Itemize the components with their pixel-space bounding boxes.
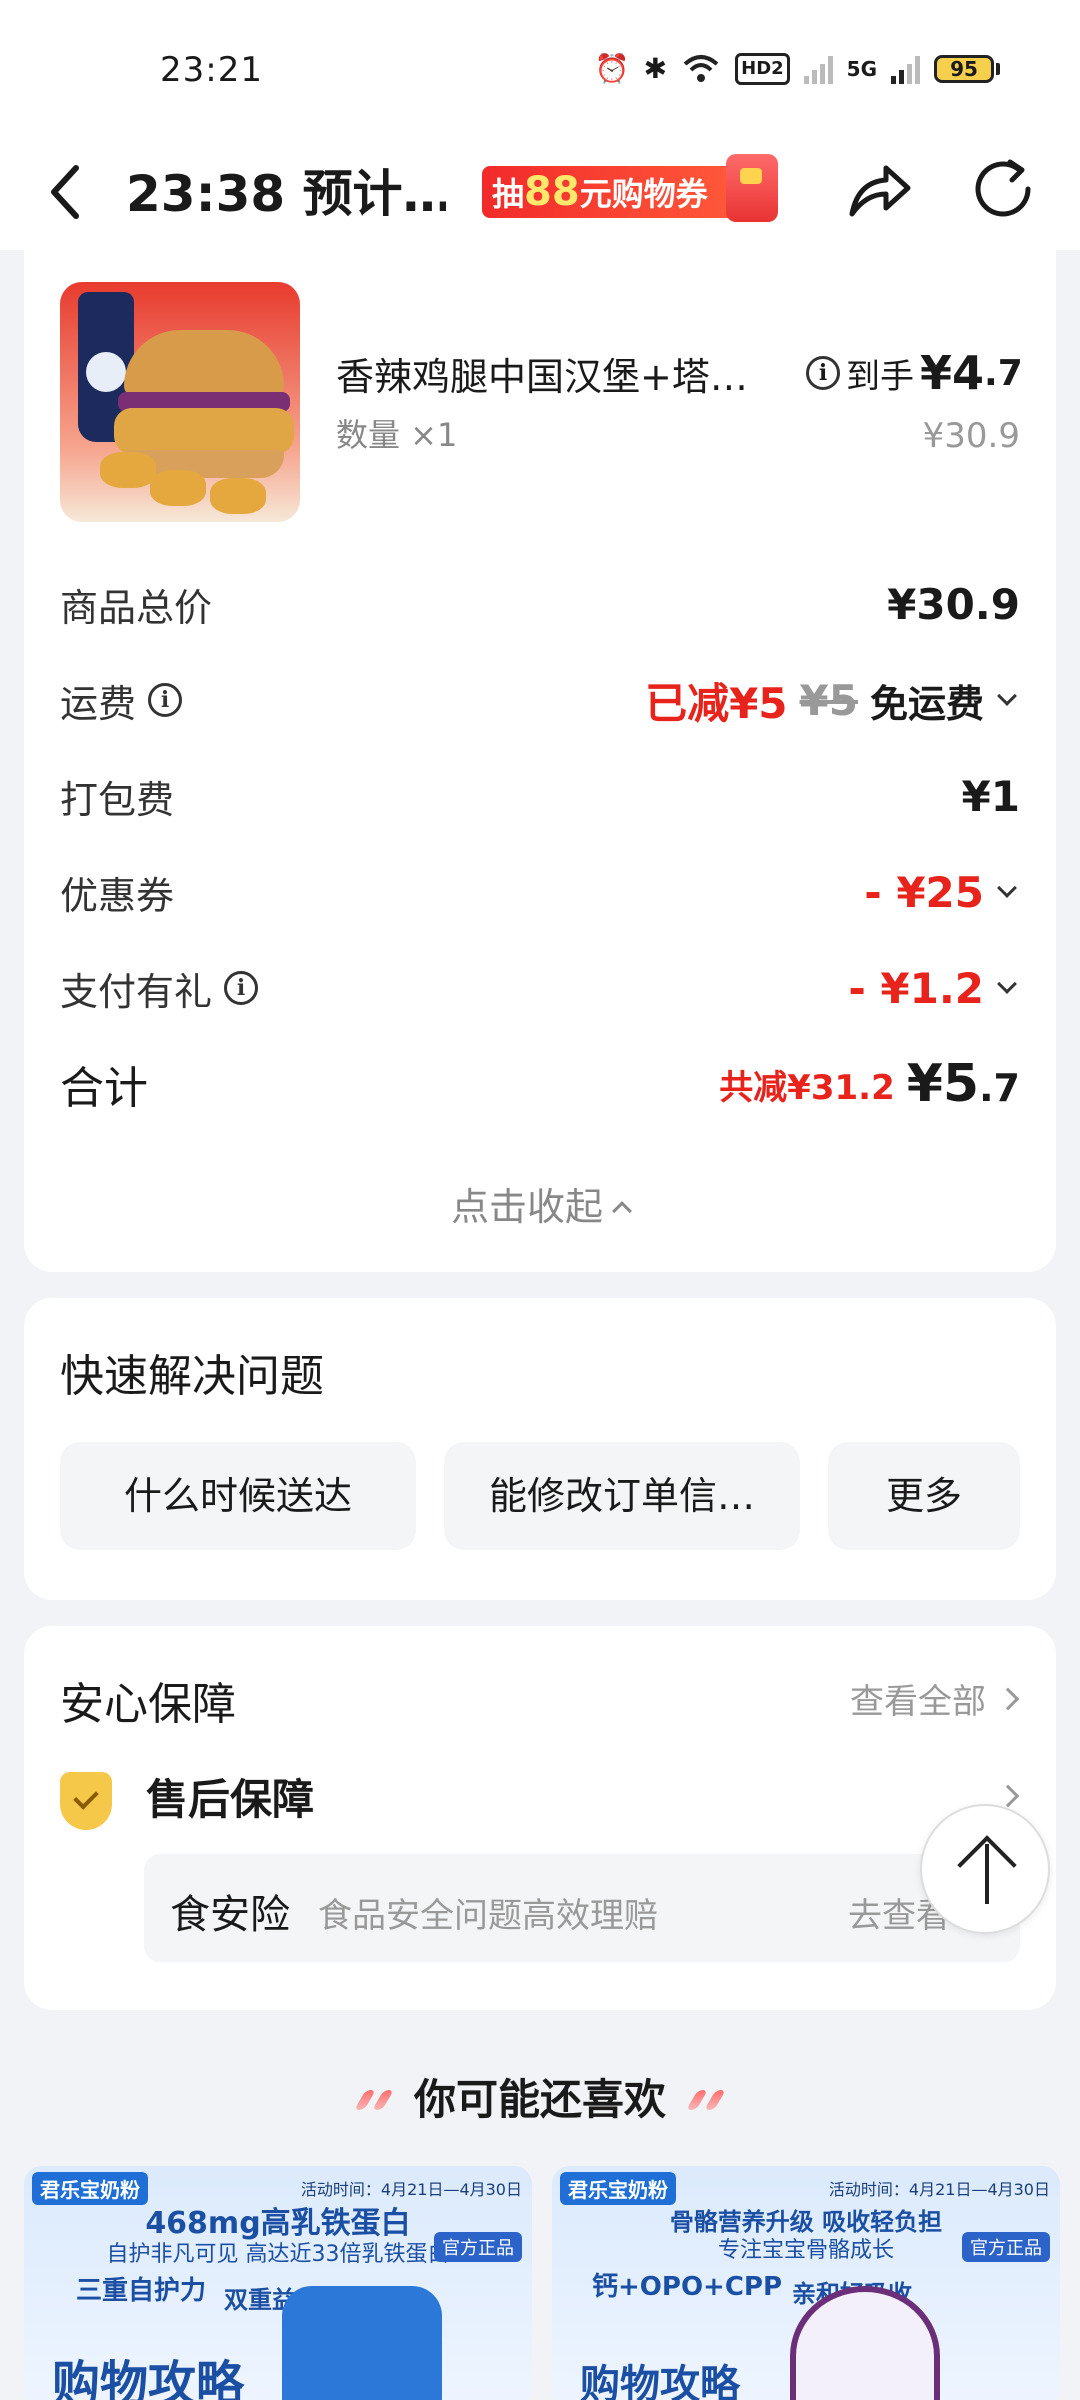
coupon-label: 优惠券 [60, 873, 175, 918]
ad-tag: 官方正品 [962, 2232, 1050, 2262]
final-price: i 到手 ¥4.7 [806, 346, 1023, 400]
chevron-right-icon[interactable] [996, 1784, 1020, 1808]
final-price-int: ¥4 [920, 346, 985, 400]
battery-level: 95 [934, 54, 994, 83]
wifi-icon [683, 54, 719, 82]
recommend-ad-card[interactable]: 君乐宝奶粉 活动时间：4月21日—4月30日 468mg高乳铁蛋白 自护非凡可见… [24, 2166, 532, 2400]
quick-help-button[interactable]: 什么时候送达 [60, 1442, 416, 1550]
info-icon[interactable]: i [806, 356, 840, 390]
signal-icon [803, 54, 833, 84]
ad-tag: 官方正品 [434, 2232, 522, 2262]
quick-help-card: 快速解决问题 什么时候送达 能修改订单信… 更多 [24, 1298, 1056, 1600]
total-dec: .7 [979, 1066, 1020, 1110]
view-all-label: 查看全部 [850, 1682, 986, 1722]
item-quantity: 数量 ×1 [336, 416, 458, 454]
battery-icon: 95 [934, 54, 1000, 83]
shield-check-icon [60, 1772, 112, 1830]
goods-total-value: ¥30.9 [887, 579, 1020, 629]
shipping-free: 免运费 [869, 681, 984, 726]
pay-gift-row[interactable]: 支付有礼 i - ¥1.2 [60, 958, 1020, 1018]
chevron-right-icon [996, 1687, 1020, 1710]
goods-total-label: 商品总价 [60, 585, 213, 630]
chevron-down-icon [997, 974, 1017, 994]
alarm-icon: ⏰ [594, 52, 630, 85]
ad-feature: 三重自护力 [76, 2276, 207, 2306]
chevron-up-icon [612, 1201, 632, 1221]
status-icons: ⏰ ✱ HD2 5G 95 [595, 52, 1000, 85]
item-name[interactable]: 香辣鸡腿中国汉堡+塔… [336, 346, 786, 401]
recommend-ad-card[interactable]: 君乐宝奶粉 活动时间：4月21日—4月30日 骨骼营养升级 吸收轻负担 专注宝宝… [552, 2166, 1060, 2400]
collapse-toggle[interactable]: 点击收起 [24, 1176, 1056, 1231]
quick-help-more-button[interactable]: 更多 [828, 1442, 1020, 1550]
final-price-label: 到手 [846, 356, 914, 397]
hd-icon: HD2 [735, 52, 790, 85]
shipping-row[interactable]: 运费 i 已减¥5 ¥5 免运费 [60, 670, 1020, 730]
quick-help-title: 快速解决问题 [60, 1351, 324, 1402]
recommend-header: 你可能还喜欢 [0, 2066, 1080, 2127]
coupon-value: - ¥25 [864, 867, 984, 917]
ad-big-text: 购物攻略 [580, 2362, 740, 2400]
refresh-icon[interactable] [968, 154, 1038, 224]
shipping-label: 运费 [60, 681, 137, 726]
decor-slash-icon [684, 2086, 728, 2110]
page-title: 23:38 预计… [126, 165, 446, 223]
food-safety-insurance[interactable]: 食安险 食品安全问题高效理赔 去查看 [144, 1854, 1020, 1962]
network-type: 5G [846, 56, 877, 81]
pay-gift-info-icon[interactable]: i [224, 971, 259, 1005]
ad-date: 活动时间：4月21日—4月30日 [828, 2180, 1050, 2199]
guarantee-card: 安心保障 查看全部 售后保障 食安险 食品安全问题高效理赔 去查看 [24, 1626, 1056, 2010]
food-image[interactable] [60, 282, 300, 522]
bluetooth-icon: ✱ [643, 52, 668, 85]
shipping-info-icon[interactable]: i [148, 683, 183, 717]
total-row: 合计 共减¥31.2 ¥5.7 [60, 1054, 1020, 1114]
order-detail-card: 香辣鸡腿中国汉堡+塔… 数量 ×1 i 到手 ¥4.7 ¥30.9 商品总价 ¥… [24, 230, 1056, 1272]
final-price-dec: .7 [984, 352, 1023, 394]
ad-brand: 君乐宝奶粉 [560, 2172, 676, 2205]
product-can-image [282, 2286, 442, 2400]
total-int: ¥5 [906, 1054, 980, 1114]
promo-text: 抽88元购物券 [482, 166, 742, 218]
goods-total-row: 商品总价 ¥30.9 [60, 574, 1020, 634]
status-bar: 23:21 ⏰ ✱ HD2 5G 95 [0, 0, 1080, 140]
ad-date: 活动时间：4月21日—4月30日 [300, 2180, 522, 2199]
status-time: 23:21 [160, 50, 263, 90]
original-price: ¥30.9 [922, 416, 1020, 456]
recommend-title: 你可能还喜欢 [413, 2075, 666, 2124]
shipping-original: ¥5 [799, 675, 858, 725]
decor-slash-icon [352, 2086, 396, 2110]
coupon-lottery-banner[interactable]: 抽88元购物券 [482, 154, 778, 222]
packing-value: ¥1 [961, 771, 1020, 821]
collapse-label: 点击收起 [450, 1185, 603, 1229]
gift-icon [726, 154, 778, 222]
quick-help-button[interactable]: 能修改订单信… [444, 1442, 800, 1550]
guarantee-title: 安心保障 [60, 1679, 236, 1730]
chevron-down-icon [997, 686, 1017, 706]
insurance-name: 食安险 [170, 1892, 290, 1938]
packing-label: 打包费 [60, 777, 175, 822]
insurance-desc: 食品安全问题高效理赔 [318, 1896, 658, 1936]
total-label: 合计 [60, 1063, 148, 1114]
share-icon[interactable] [844, 156, 914, 226]
pay-gift-label: 支付有礼 [60, 969, 213, 1014]
pay-gift-value: - ¥1.2 [848, 963, 984, 1013]
ad-big-text: 购物攻略 [52, 2356, 245, 2400]
coupon-row[interactable]: 优惠券 - ¥25 [60, 862, 1020, 922]
back-arrow-icon[interactable] [40, 152, 100, 232]
view-all-link[interactable]: 查看全部 [850, 1674, 1020, 1723]
ad-feature: 钙+OPO+CPP [592, 2272, 783, 2302]
total-saved: 共减¥31.2 [719, 1067, 895, 1108]
packing-row: 打包费 ¥1 [60, 766, 1020, 826]
chevron-down-icon [997, 878, 1017, 898]
shipping-reduced: 已减¥5 [645, 678, 788, 728]
back-to-top-button[interactable] [920, 1804, 1050, 1934]
signal-5g-icon [891, 54, 920, 84]
after-sale-label[interactable]: 售后保障 [146, 1766, 314, 1827]
